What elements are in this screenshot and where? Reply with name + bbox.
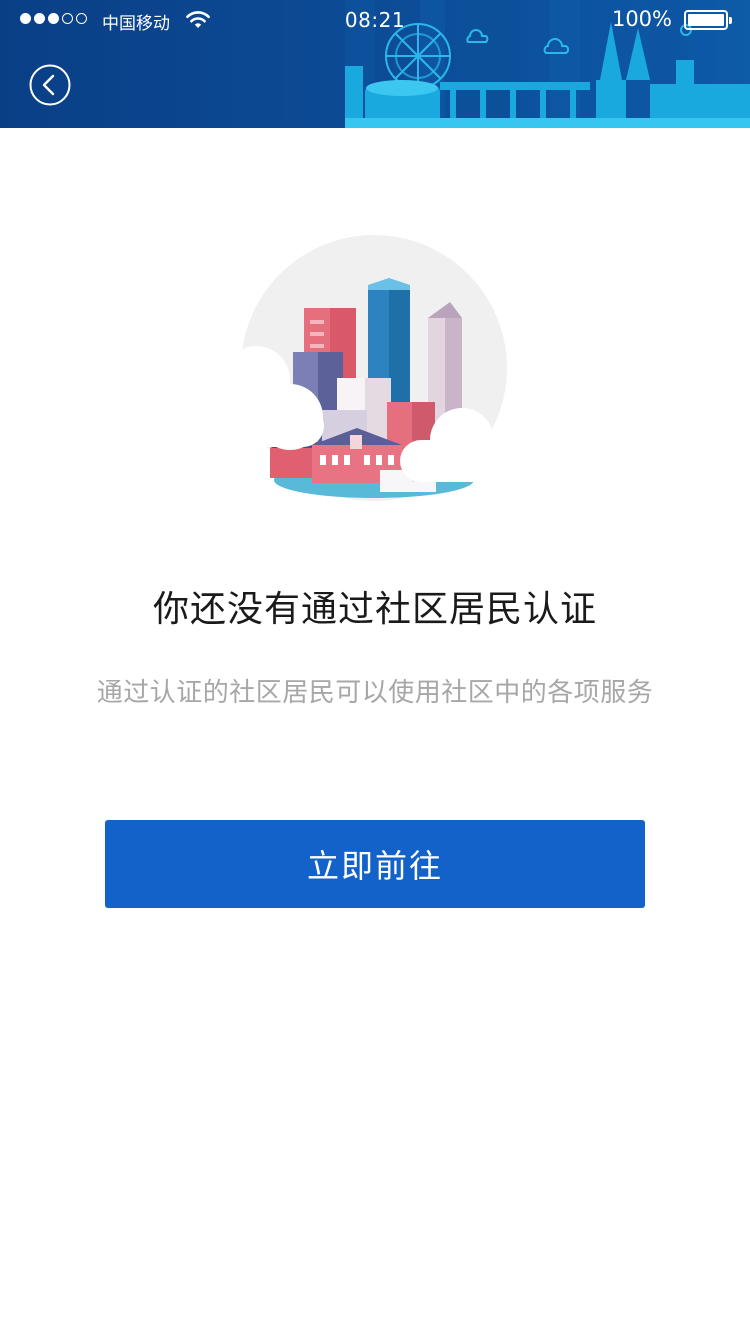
go-now-button[interactable]: 立即前往 [105, 820, 645, 908]
verification-status-title: 你还没有通过社区居民认证 [152, 589, 597, 630]
battery-icon [684, 10, 732, 30]
battery-percentage: 100% [611, 7, 672, 31]
back-button[interactable] [29, 64, 71, 106]
verification-benefit-description: 通过认证的社区居民可以使用社区中的各项服务 [96, 678, 654, 708]
status-bar: 中国移动 08:21 100% [0, 0, 750, 40]
chevron-left-icon [42, 74, 55, 96]
header-bar: 中国移动 08:21 100% [0, 0, 750, 128]
city-skyline-illustration [206, 235, 517, 501]
